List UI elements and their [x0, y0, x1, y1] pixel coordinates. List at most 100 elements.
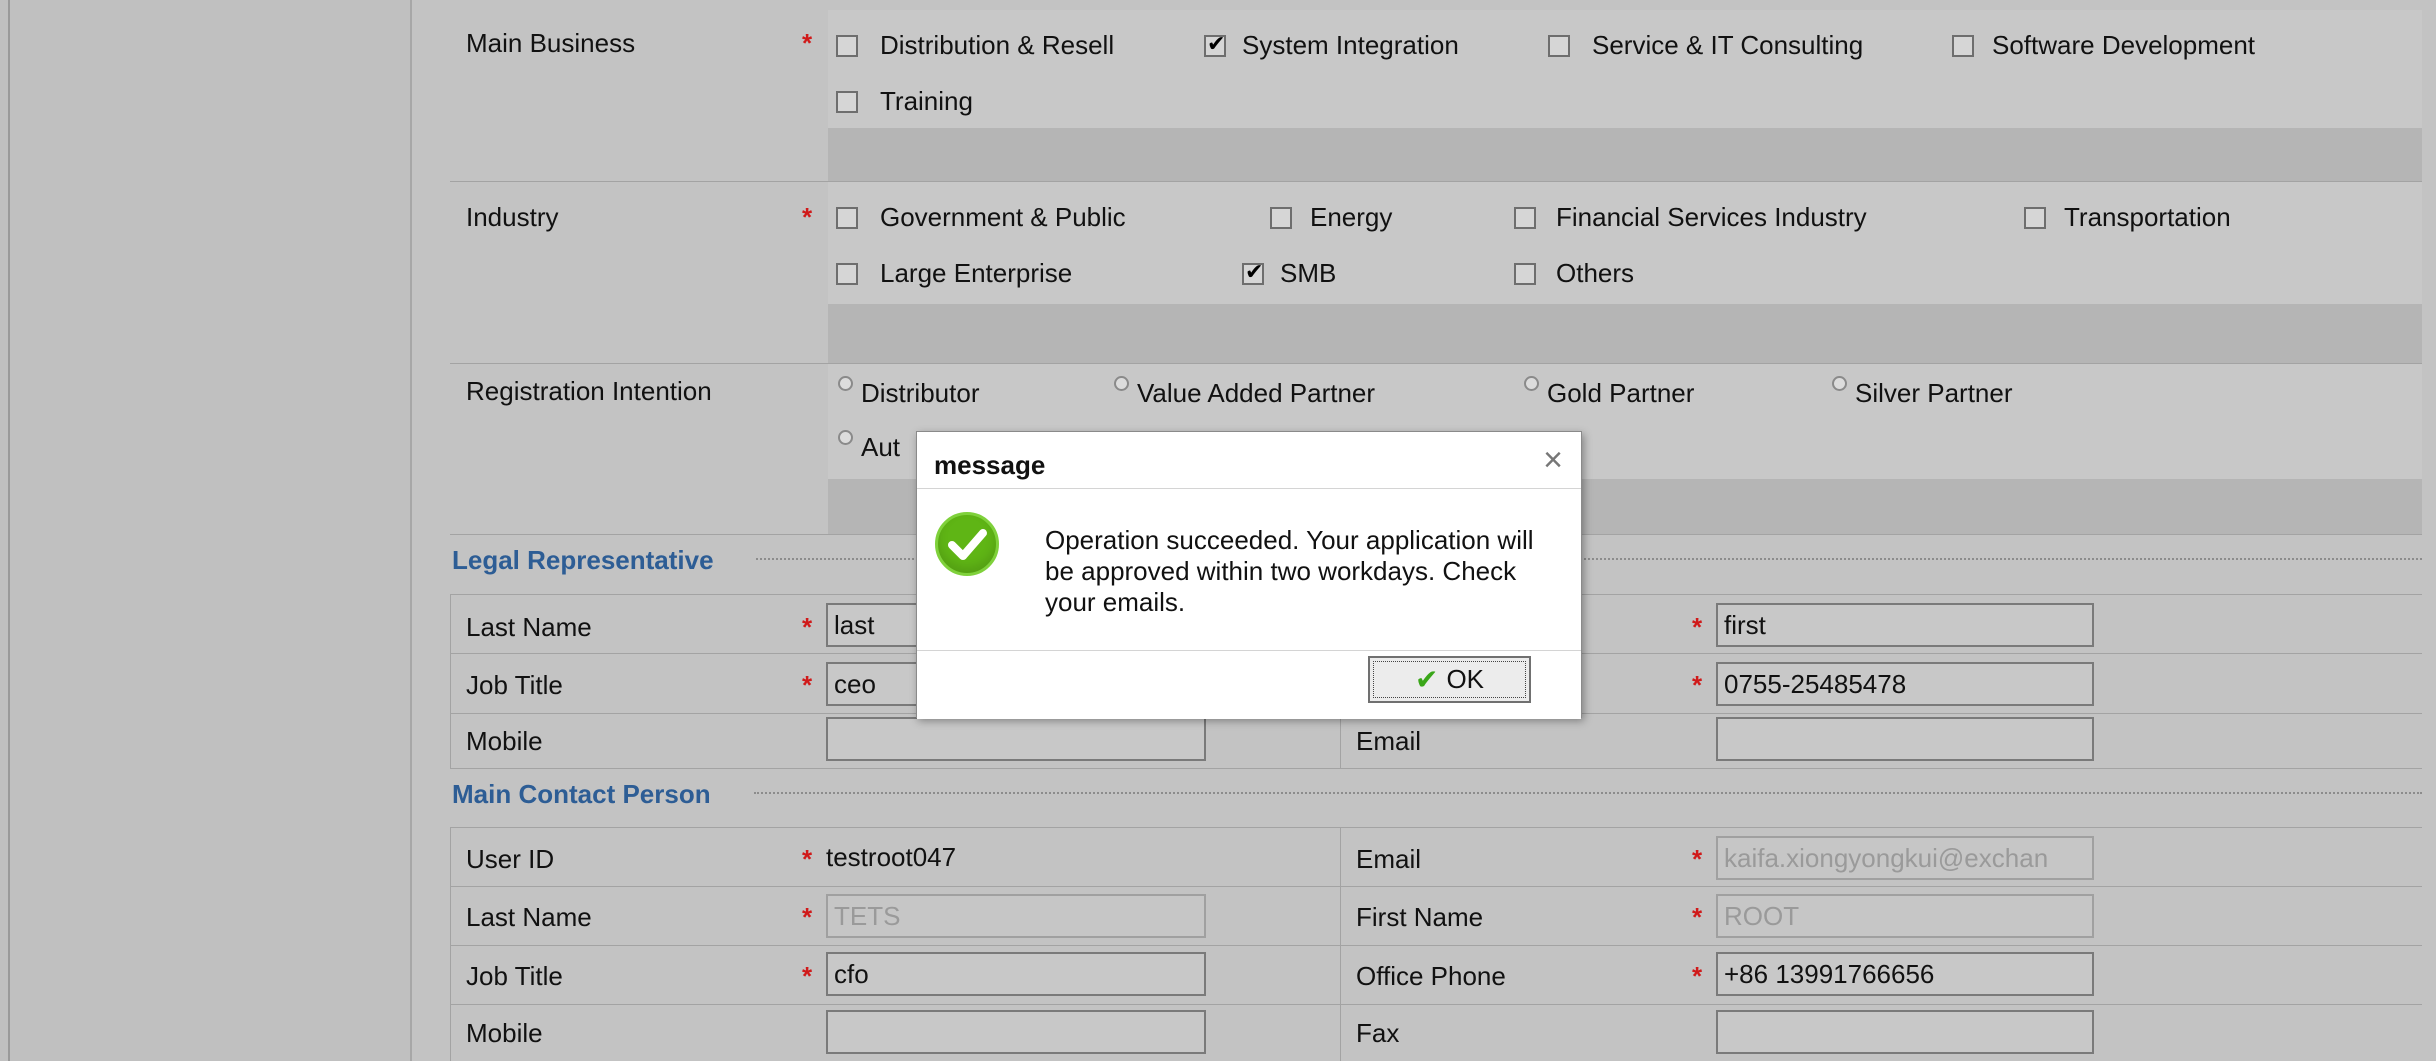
checkbox-financial-services[interactable]: Financial Services Industry — [1514, 202, 1867, 233]
checkbox-service-it-consulting[interactable]: Service & IT Consulting — [1548, 30, 1863, 61]
table-col-divider — [1340, 827, 1341, 1061]
main-contact-title: Main Contact Person — [452, 779, 711, 809]
checkbox-smb[interactable]: SMB — [1242, 258, 1336, 289]
checkbox-box[interactable] — [836, 206, 858, 229]
main-business-pad — [828, 128, 2422, 181]
radio-value-added-partner[interactable]: Value Added Partner — [1114, 376, 1376, 409]
legal-first-name-input[interactable]: first — [1716, 603, 2094, 647]
left-sidebar — [0, 0, 412, 1061]
radio-button[interactable] — [1114, 376, 1129, 391]
radio-button[interactable] — [838, 376, 853, 391]
radio-label: Value Added Partner — [1137, 378, 1376, 408]
checkbox-transportation[interactable]: Transportation — [2024, 202, 2231, 233]
checkbox-training[interactable]: Training — [836, 86, 973, 117]
contact-email-label: Email — [1356, 844, 1422, 874]
contact-first-name-label: First Name — [1356, 902, 1484, 932]
required-mark: * — [802, 670, 813, 700]
checkbox-box-checked[interactable] — [1242, 259, 1264, 285]
radio-gold-partner[interactable]: Gold Partner — [1524, 376, 1695, 409]
checkbox-large-enterprise[interactable]: Large Enterprise — [836, 258, 1072, 289]
dialog-header: message × — [917, 432, 1581, 489]
checkbox-label: Service & IT Consulting — [1592, 30, 1864, 60]
checkbox-box[interactable] — [836, 90, 858, 113]
legal-last-name-label: Last Name — [466, 612, 592, 642]
legal-phone-input[interactable]: 0755-25485478 — [1716, 662, 2094, 706]
table-border — [450, 827, 2422, 828]
checkbox-box[interactable] — [1548, 34, 1570, 57]
dialog-message: Operation succeeded. Your application wi… — [1045, 525, 1534, 617]
legal-job-title-label: Job Title — [466, 670, 563, 700]
checkbox-distribution-resell[interactable]: Distribution & Resell — [836, 30, 1114, 61]
contact-job-title-input[interactable]: cfo — [826, 952, 1206, 996]
legal-email-input[interactable] — [1716, 717, 2094, 761]
radio-button[interactable] — [838, 430, 853, 445]
checkbox-energy[interactable]: Energy — [1270, 202, 1392, 233]
contact-fax-input[interactable] — [1716, 1010, 2094, 1054]
contact-user-id-label: User ID — [466, 844, 555, 874]
message-dialog: message × Operation succeeded. Your appl… — [916, 431, 1582, 719]
checkbox-label: Training — [880, 86, 973, 116]
close-icon[interactable]: × — [1543, 440, 1563, 480]
contact-fax-label: Fax — [1356, 1018, 1400, 1048]
checkbox-system-integration[interactable]: System Integration — [1204, 30, 1459, 61]
legal-mobile-label: Mobile — [466, 726, 543, 756]
checkbox-box[interactable] — [1270, 206, 1292, 229]
required-mark: * — [1692, 844, 1703, 874]
required-mark: * — [1692, 612, 1703, 642]
required-mark: * — [802, 961, 813, 991]
contact-office-phone-label: Office Phone — [1356, 961, 1506, 991]
checkbox-government-public[interactable]: Government & Public — [836, 202, 1126, 233]
radio-button[interactable] — [1832, 376, 1847, 391]
radio-label: Silver Partner — [1855, 378, 2013, 408]
checkbox-label: Distribution & Resell — [880, 30, 1115, 60]
contact-user-id-value: testroot047 — [826, 842, 957, 872]
checkbox-box[interactable] — [2024, 206, 2046, 229]
table-row-divider — [450, 1004, 2422, 1005]
radio-label: Gold Partner — [1547, 378, 1695, 408]
contact-first-name-input[interactable]: ROOT — [1716, 894, 2094, 938]
legal-mobile-input[interactable] — [826, 717, 1206, 761]
checkbox-box[interactable] — [836, 34, 858, 57]
dialog-footer: ✔ OK — [917, 650, 1581, 719]
contact-last-name-input[interactable]: TETS — [826, 894, 1206, 938]
checkbox-label: Government & Public — [880, 202, 1126, 232]
contact-email-input[interactable]: kaifa.xiongyongkui@exchan — [1716, 836, 2094, 880]
contact-office-phone-input[interactable]: +86 13991766656 — [1716, 952, 2094, 996]
required-mark: * — [802, 844, 813, 874]
main-business-label: Main Business — [466, 28, 636, 58]
checkbox-label: Energy — [1310, 202, 1393, 232]
checkbox-box[interactable] — [1952, 34, 1974, 57]
checkbox-box[interactable] — [1514, 262, 1536, 285]
contact-last-name-label: Last Name — [466, 902, 592, 932]
radio-button[interactable] — [1524, 376, 1539, 391]
main-business-options-cell — [828, 10, 2422, 128]
ok-button-label: OK — [1446, 664, 1485, 694]
required-mark: * — [1692, 902, 1703, 932]
checkbox-others[interactable]: Others — [1514, 258, 1634, 289]
radio-label: Distributor — [861, 378, 980, 408]
sidebar-edge — [8, 0, 10, 1061]
table-row-divider — [450, 886, 2422, 887]
checkbox-box[interactable] — [1514, 206, 1536, 229]
section-divider — [754, 792, 2422, 794]
checkbox-box[interactable] — [836, 262, 858, 285]
required-mark: * — [802, 202, 813, 232]
radio-silver-partner[interactable]: Silver Partner — [1832, 376, 2013, 409]
table-border — [450, 768, 2422, 769]
checkbox-label: Software Development — [1992, 30, 2256, 60]
industry-pad — [828, 304, 2422, 363]
contact-mobile-input[interactable] — [826, 1010, 1206, 1054]
check-icon: ✔ — [1414, 664, 1439, 695]
required-mark: * — [802, 28, 813, 58]
checkbox-software-development[interactable]: Software Development — [1952, 30, 2255, 61]
table-border — [450, 594, 451, 768]
checkbox-label: Large Enterprise — [880, 258, 1073, 288]
ok-button[interactable]: ✔ OK — [1368, 656, 1531, 703]
radio-distributor[interactable]: Distributor — [838, 376, 980, 409]
checkbox-label: Transportation — [2064, 202, 2231, 232]
success-check-icon — [935, 512, 999, 576]
checkbox-box-checked[interactable] — [1204, 31, 1226, 57]
dialog-title: message — [934, 450, 1046, 480]
radio-aut[interactable]: Aut — [838, 430, 900, 463]
required-mark: * — [1692, 961, 1703, 991]
